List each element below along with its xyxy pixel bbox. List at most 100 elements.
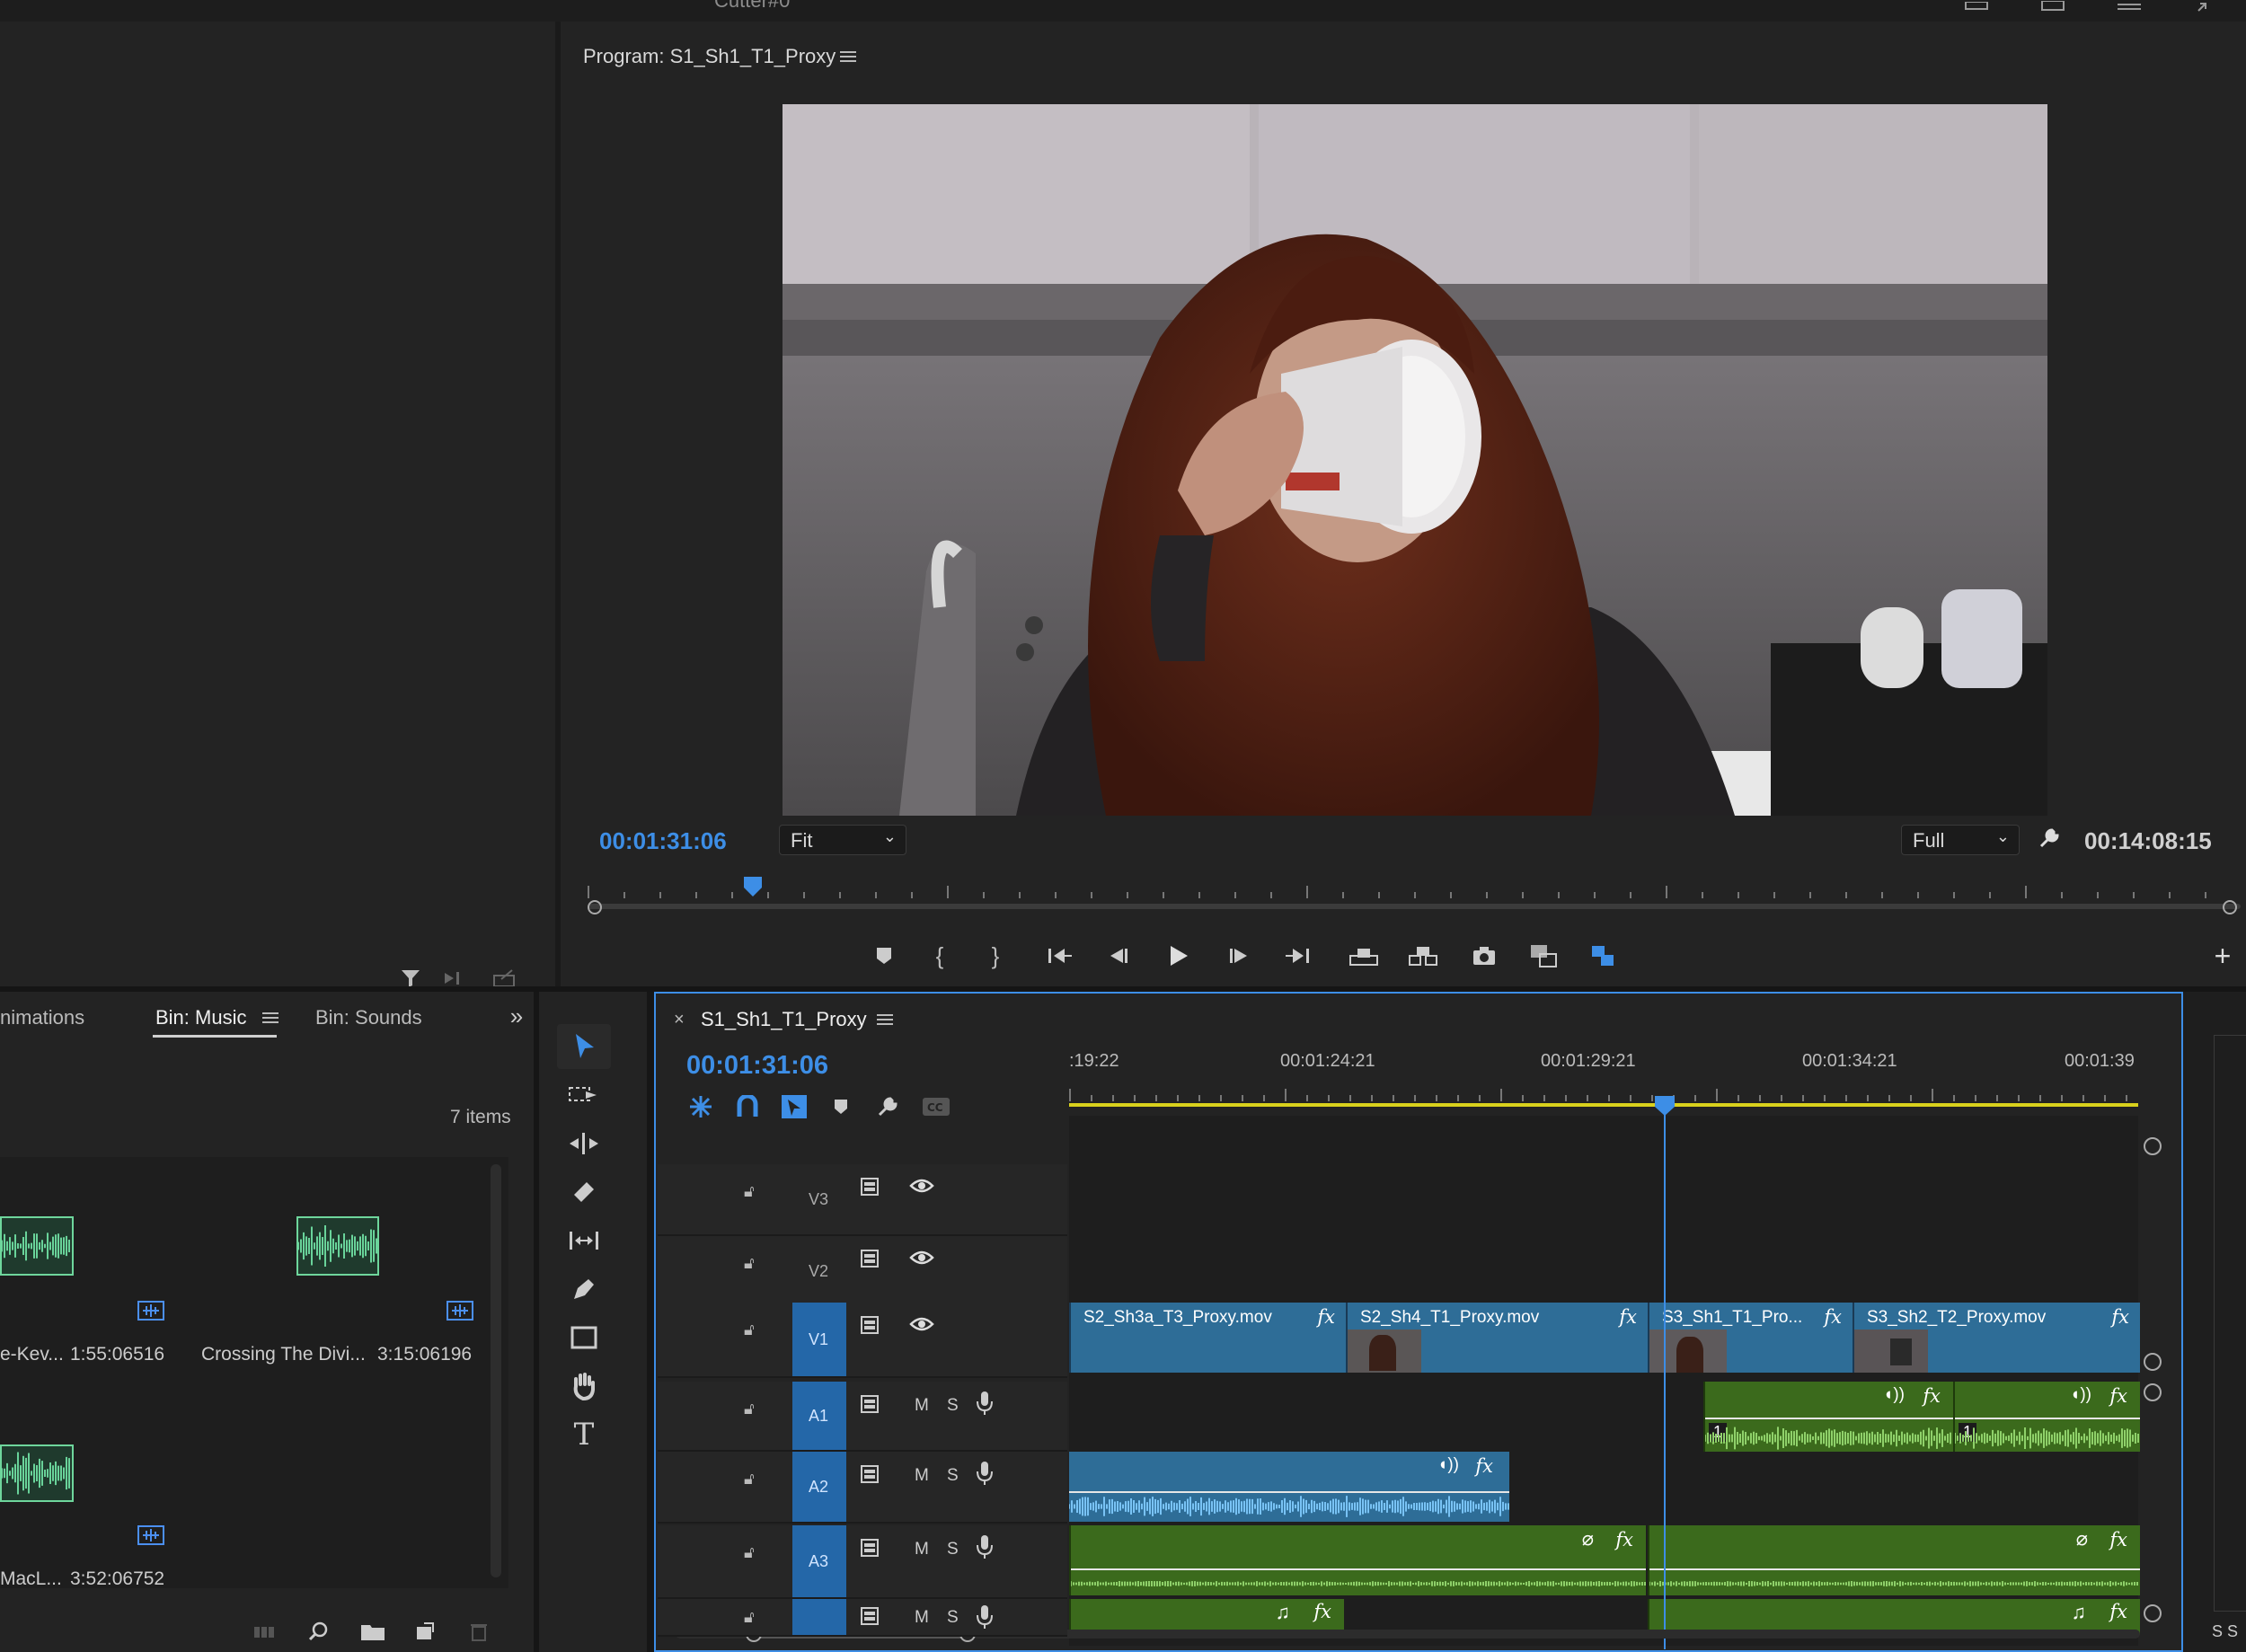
snap-magnet-icon[interactable]: [730, 1091, 765, 1123]
add-marker-icon[interactable]: [866, 938, 902, 974]
mute-button[interactable]: M: [915, 1466, 929, 1486]
solo-labels[interactable]: S S: [2212, 1622, 2238, 1641]
track-label[interactable]: V3: [809, 1190, 828, 1209]
bin-item-name[interactable]: MacL...: [0, 1568, 62, 1590]
step-back-icon[interactable]: [1101, 938, 1137, 974]
sync-lock-icon[interactable]: [861, 1177, 882, 1201]
add-marker-icon[interactable]: [823, 1091, 859, 1123]
lift-icon[interactable]: [1346, 938, 1382, 974]
lock-icon[interactable]: 🔓︎: [744, 1254, 755, 1273]
overflow-tabs-icon[interactable]: »: [503, 1003, 530, 1029]
go-to-in-icon[interactable]: [1042, 938, 1078, 974]
lock-icon[interactable]: 🔓︎: [744, 1608, 755, 1627]
window-layout-icon-1[interactable]: [1963, 0, 1990, 13]
audio-clip[interactable]: ◖)) fx 1: [1703, 1382, 1953, 1452]
zoom-handle[interactable]: [2144, 1353, 2162, 1371]
export-frame-camera-icon[interactable]: [1466, 938, 1502, 974]
pen-tool-icon[interactable]: [557, 1268, 611, 1310]
timeline-playhead[interactable]: [1653, 1096, 1676, 1649]
video-clip[interactable]: S2_Sh4_T1_Proxy.mov fx: [1346, 1303, 1648, 1373]
track-label[interactable]: V2: [809, 1262, 828, 1281]
solo-button[interactable]: S: [947, 1396, 959, 1416]
go-to-out-icon[interactable]: [1279, 938, 1315, 974]
lock-icon[interactable]: 🔓︎: [744, 1470, 755, 1489]
mark-in-icon[interactable]: {: [922, 938, 958, 974]
zoom-level-dropdown[interactable]: Fit ⌄: [779, 825, 906, 855]
new-bin-folder-icon[interactable]: [358, 1619, 388, 1644]
lock-icon[interactable]: 🔓︎: [744, 1321, 755, 1339]
lock-icon[interactable]: 🔓︎: [744, 1400, 755, 1418]
tab-animations[interactable]: nimations: [0, 1006, 84, 1029]
panel-divider-vertical[interactable]: [647, 992, 654, 1652]
microphone-icon[interactable]: [976, 1534, 994, 1564]
mute-button[interactable]: M: [915, 1396, 929, 1416]
eye-toggle-icon[interactable]: [909, 1177, 934, 1199]
panel-menu-icon[interactable]: [257, 1004, 284, 1031]
add-button-icon[interactable]: +: [2205, 938, 2241, 974]
nest-toggle-icon[interactable]: [683, 1091, 719, 1123]
timeline-ruler[interactable]: :19:22 00:01:24:21 00:01:29:21 00:01:34:…: [1069, 1037, 2138, 1110]
audio-clip[interactable]: ◖)) fx: [1069, 1452, 1509, 1522]
video-clip[interactable]: S3_Sh2_T2_Proxy.mov fx: [1853, 1303, 2140, 1373]
video-clip[interactable]: S3_Sh1_T1_Pro... fx: [1648, 1303, 1853, 1373]
list-view-icon[interactable]: [252, 1619, 279, 1644]
track-target-toggle[interactable]: [792, 1599, 846, 1635]
playback-resolution-dropdown[interactable]: Full ⌄: [1901, 825, 2020, 855]
ruler-start-handle[interactable]: [588, 900, 602, 914]
wrench-settings-icon[interactable]: [2034, 823, 2065, 853]
ripple-edit-tool-icon[interactable]: [557, 1123, 611, 1164]
video-clip[interactable]: S2_Sh3a_T3_Proxy.mov fx: [1069, 1303, 1346, 1373]
bin-item-name[interactable]: Crossing The Divi...: [201, 1344, 366, 1365]
track-label[interactable]: A1: [809, 1407, 828, 1426]
track-label[interactable]: A3: [809, 1552, 828, 1571]
comparison-view-icon[interactable]: [1525, 938, 1561, 974]
program-playhead-marker[interactable]: [744, 877, 762, 897]
bin-scrollbar[interactable]: [491, 1164, 501, 1577]
window-layout-icon-3[interactable]: [2116, 0, 2143, 13]
linked-selection-icon[interactable]: [776, 1091, 812, 1123]
track-label[interactable]: A2: [809, 1478, 828, 1497]
lock-icon[interactable]: 🔓︎: [744, 1543, 755, 1562]
trash-icon[interactable]: [465, 1619, 492, 1644]
sync-lock-icon[interactable]: [861, 1315, 882, 1339]
slip-tool-icon[interactable]: [557, 1220, 611, 1261]
sync-lock-icon[interactable]: [861, 1538, 882, 1562]
program-video-frame[interactable]: [783, 104, 2047, 816]
audio-thumbnail[interactable]: [296, 1216, 379, 1276]
program-monitor-title[interactable]: Program: S1_Sh1_T1_Proxy: [583, 45, 836, 68]
solo-button[interactable]: S: [947, 1466, 959, 1486]
program-time-ruler[interactable]: [588, 877, 2241, 922]
sync-lock-icon[interactable]: [861, 1249, 882, 1273]
eye-toggle-icon[interactable]: [909, 1315, 934, 1338]
play-icon[interactable]: [1161, 938, 1197, 974]
lock-icon[interactable]: 🔓︎: [744, 1182, 755, 1201]
selection-tool-icon[interactable]: [557, 1024, 611, 1069]
hand-tool-icon[interactable]: [557, 1365, 611, 1407]
ruler-end-handle[interactable]: [2223, 900, 2237, 914]
captions-icon[interactable]: CC: [916, 1091, 956, 1123]
mute-button[interactable]: M: [915, 1540, 929, 1559]
track-select-tool-icon[interactable]: [557, 1074, 611, 1116]
bin-item-name[interactable]: e-Kev...: [0, 1344, 64, 1365]
audio-thumbnail[interactable]: [0, 1444, 74, 1502]
mark-out-icon[interactable]: }: [977, 938, 1013, 974]
proxy-toggle-icon[interactable]: [1585, 938, 1621, 974]
tab-bin-music[interactable]: Bin: Music: [155, 1006, 246, 1029]
step-forward-icon[interactable]: [1220, 938, 1256, 974]
panel-menu-icon[interactable]: [871, 1006, 898, 1033]
razor-tool-icon[interactable]: [557, 1171, 611, 1213]
audio-clip[interactable]: ⌀ fx: [1648, 1525, 2140, 1595]
zoom-handle[interactable]: [2144, 1137, 2162, 1155]
extract-icon[interactable]: [1405, 938, 1441, 974]
solo-button[interactable]: S: [947, 1540, 959, 1559]
sync-lock-icon[interactable]: [861, 1606, 882, 1630]
zoom-handle[interactable]: [2144, 1604, 2162, 1622]
new-item-icon[interactable]: [411, 1619, 438, 1644]
audio-clip[interactable]: ◖)) fx 1: [1953, 1382, 2140, 1452]
rectangle-tool-icon[interactable]: [557, 1317, 611, 1358]
sync-lock-icon[interactable]: [861, 1394, 882, 1418]
eye-toggle-icon[interactable]: [909, 1249, 934, 1271]
zoom-handle[interactable]: [2144, 1383, 2162, 1401]
program-current-timecode[interactable]: 00:01:31:06: [599, 827, 727, 855]
tab-bin-sounds[interactable]: Bin: Sounds: [315, 1006, 422, 1029]
